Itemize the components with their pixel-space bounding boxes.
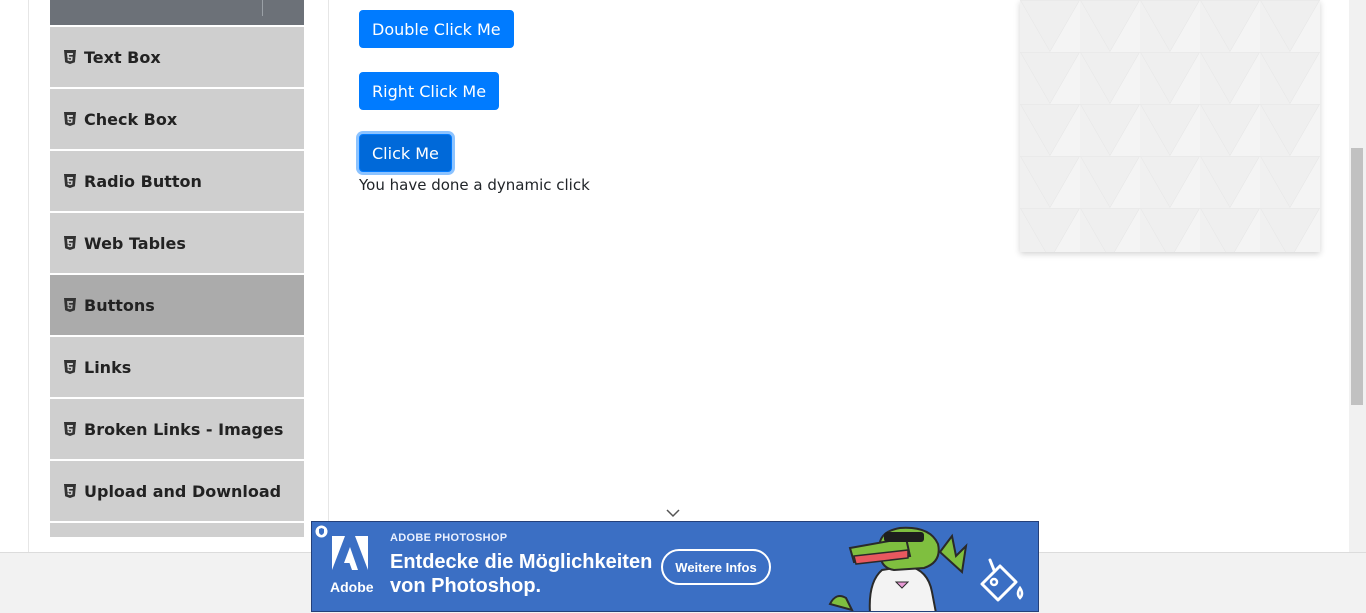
sidebar-item-broken-links-images[interactable]: Broken Links - Images [50, 397, 304, 459]
sidebar-item-label: Web Tables [84, 233, 186, 253]
click-me-button[interactable]: Click Me [359, 134, 452, 172]
sidebar-item-radio-button[interactable]: Radio Button [50, 149, 304, 211]
sidebar-item-check-box[interactable]: Check Box [50, 87, 304, 149]
ad-banner[interactable]: Adobe ADOBE PHOTOSHOP Entdecke die Mögli… [311, 521, 1039, 612]
html5-icon [64, 236, 76, 250]
chevron-down-icon[interactable] [666, 508, 680, 518]
html5-icon [64, 174, 76, 188]
scrollbar-thumb[interactable] [1351, 148, 1363, 405]
html5-icon [64, 112, 76, 126]
adobe-logo: Adobe [330, 536, 374, 595]
sidebar-item-upload-and-download[interactable]: Upload and Download [50, 459, 304, 521]
ad-headline: Entdecke die Möglichkeiten von Photoshop… [390, 551, 653, 597]
sidebar-item-label: Upload and Download [84, 481, 282, 501]
sidebar-group-header[interactable] [50, 0, 304, 25]
sidebar-item-label: Check Box [84, 109, 178, 129]
sidebar-item-label: Radio Button [84, 171, 202, 191]
geometric-pattern [1020, 0, 1320, 252]
left-divider [28, 0, 29, 552]
html5-icon [64, 360, 76, 374]
sidebar-item-buttons[interactable]: Buttons [50, 273, 304, 335]
html5-icon [64, 50, 76, 64]
ad-info-icon[interactable] [315, 525, 328, 538]
side-ad-panel[interactable] [1020, 0, 1320, 252]
dynamic-click-message: You have done a dynamic click [359, 176, 590, 194]
html5-icon [64, 422, 76, 436]
sidebar: Text Box Check Box Radio Button Web Tabl… [50, 0, 304, 537]
sidebar-item-label: Links [84, 357, 132, 377]
sidebar-item-label: Buttons [84, 295, 155, 315]
html5-icon [64, 298, 76, 312]
adobe-mark-icon [332, 536, 368, 570]
ad-eyebrow: ADOBE PHOTOSHOP [390, 532, 508, 544]
html5-icon [64, 484, 76, 498]
sidebar-item-label: Broken Links - Images [84, 419, 284, 439]
group-header-divider [262, 0, 263, 16]
main-divider [328, 0, 329, 552]
ad-brand-name: Adobe [330, 579, 374, 595]
crocodile-mascot-illustration [828, 526, 968, 611]
paint-bucket-icon [980, 558, 1024, 602]
sidebar-item-web-tables[interactable]: Web Tables [50, 211, 304, 273]
right-click-button[interactable]: Right Click Me [359, 72, 500, 110]
sidebar-item-text-box[interactable]: Text Box [50, 25, 304, 87]
sidebar-item-label: Text Box [84, 47, 161, 67]
sidebar-item-partial[interactable] [50, 521, 304, 537]
ad-cta-button[interactable]: Weitere Infos [661, 549, 771, 585]
double-click-button[interactable]: Double Click Me [359, 10, 514, 48]
sidebar-item-links[interactable]: Links [50, 335, 304, 397]
